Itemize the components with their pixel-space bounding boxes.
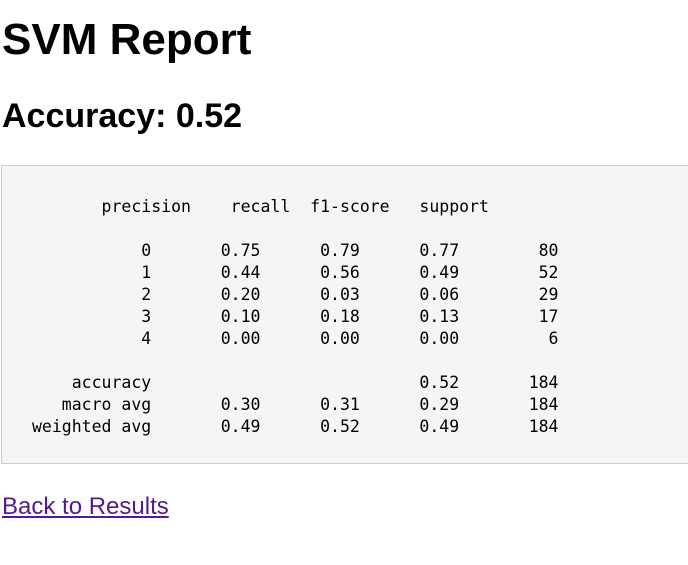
classification-report-text: precision recall f1-score support 0 0.75… — [32, 197, 559, 436]
classification-report-box: precision recall f1-score support 0 0.75… — [1, 165, 688, 464]
back-to-results-link[interactable]: Back to Results — [2, 493, 169, 521]
page-title: SVM Report — [2, 15, 252, 64]
accuracy-heading: Accuracy: 0.52 — [2, 97, 243, 135]
